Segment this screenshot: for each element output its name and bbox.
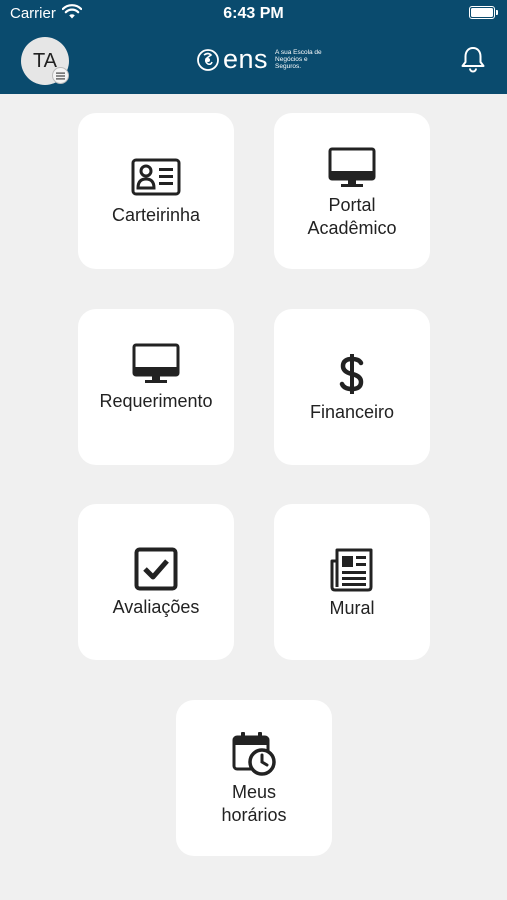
tile-label: Mural [329,598,375,618]
tile-meus-horarios[interactable]: Meus horários [176,700,332,856]
monitor-icon [78,343,234,385]
tile-carteirinha[interactable]: Carteirinha [78,113,234,269]
status-bar: Carrier 6:43 PM [0,0,507,28]
tile-requerimento[interactable]: Requerimento [78,309,234,465]
tile-label: Requerimento [99,391,213,411]
tile-label: Portal Acadêmico [307,195,397,238]
app-logo: ens A sua Escola de Negócios e Seguros. [196,43,332,75]
logo-text: ens [223,43,269,74]
dollar-icon [274,353,430,395]
bell-icon[interactable] [460,45,486,73]
tile-financeiro[interactable]: Financeiro [274,309,430,465]
id-card-icon [78,158,234,196]
tile-mural[interactable]: Mural [274,504,430,660]
logo-tagline: A sua Escola de Negócios e Seguros. [275,48,322,70]
menu-icon[interactable] [52,67,69,84]
top-bar: Carrier 6:43 PM TA ens A sua Escola de N… [0,0,507,94]
checkbox-icon [78,547,234,591]
tile-avaliacoes[interactable]: Avaliações [78,504,234,660]
logo-emblem-icon [197,49,219,71]
tile-label: Meus horários [221,782,287,825]
clock: 6:43 PM [223,5,284,22]
tile-label: Avaliações [112,597,200,617]
calendar-clock-icon [176,731,332,777]
tile-label: Carteirinha [111,205,201,225]
battery-icon [469,6,498,19]
tile-portal-academico[interactable]: Portal Acadêmico [274,113,430,269]
tile-label: Financeiro [309,402,395,422]
monitor-icon [274,147,430,189]
newspaper-icon [274,547,430,593]
